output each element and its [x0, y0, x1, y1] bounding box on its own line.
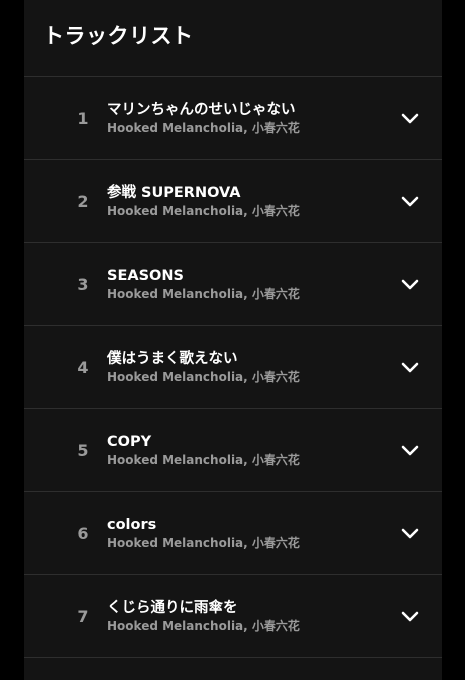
- track-title: SEASONS: [107, 268, 184, 284]
- track-row-7[interactable]: 7 くじら通りに雨傘を Hooked Melancholia, 小春六花: [24, 575, 442, 658]
- tracklist-panel: トラックリスト 1 マリンちゃんのせいじゃない Hooked Melanchol…: [24, 0, 442, 680]
- chevron-down-icon[interactable]: [398, 191, 422, 211]
- track-info: マリンちゃんのせいじゃない Hooked Melancholia, 小春六花: [107, 101, 300, 136]
- track-title: 僕はうまく歌えない: [107, 351, 238, 367]
- track-row-3[interactable]: 3 SEASONS Hooked Melancholia, 小春六花: [24, 243, 442, 326]
- track-row-6[interactable]: 6 colors Hooked Melancholia, 小春六花: [24, 492, 442, 575]
- track-number: 1: [77, 108, 89, 128]
- track-title: くじら通りに雨傘を: [107, 600, 238, 616]
- track-title: colors: [107, 517, 157, 533]
- track-artists: Hooked Melancholia, 小春六花: [107, 204, 300, 218]
- track-row-1[interactable]: 1 マリンちゃんのせいじゃない Hooked Melancholia, 小春六花: [24, 77, 442, 160]
- track-number: 2: [77, 191, 89, 211]
- chevron-down-icon[interactable]: [398, 440, 422, 460]
- track-title: COPY: [107, 434, 152, 450]
- track-artists: Hooked Melancholia, 小春六花: [107, 121, 300, 135]
- track-row-5[interactable]: 5 COPY Hooked Melancholia, 小春六花: [24, 409, 442, 492]
- track-info: COPY Hooked Melancholia, 小春六花: [107, 433, 300, 468]
- tracklist-header: トラックリスト: [24, 0, 442, 77]
- track-row-2[interactable]: 2 参戦 SUPERNOVA Hooked Melancholia, 小春六花: [24, 160, 442, 243]
- page-title: トラックリスト: [43, 24, 194, 48]
- track-number: 4: [77, 357, 89, 377]
- track-number: 3: [77, 274, 89, 294]
- chevron-down-icon[interactable]: [398, 274, 422, 294]
- track-artists: Hooked Melancholia, 小春六花: [107, 370, 300, 384]
- track-artists: Hooked Melancholia, 小春六花: [107, 287, 300, 301]
- track-number: 7: [77, 606, 89, 626]
- track-number: 6: [77, 523, 89, 543]
- track-info: SEASONS Hooked Melancholia, 小春六花: [107, 267, 300, 302]
- track-info: 参戦 SUPERNOVA Hooked Melancholia, 小春六花: [107, 184, 300, 219]
- chevron-down-icon[interactable]: [398, 606, 422, 626]
- track-artists: Hooked Melancholia, 小春六花: [107, 619, 300, 633]
- chevron-down-icon[interactable]: [398, 523, 422, 543]
- track-artists: Hooked Melancholia, 小春六花: [107, 536, 300, 550]
- track-info: colors Hooked Melancholia, 小春六花: [107, 516, 300, 551]
- track-number: 5: [77, 440, 89, 460]
- track-info: 僕はうまく歌えない Hooked Melancholia, 小春六花: [107, 350, 300, 385]
- track-info: くじら通りに雨傘を Hooked Melancholia, 小春六花: [107, 599, 300, 634]
- track-row-4[interactable]: 4 僕はうまく歌えない Hooked Melancholia, 小春六花: [24, 326, 442, 409]
- track-list: 1 マリンちゃんのせいじゃない Hooked Melancholia, 小春六花…: [24, 77, 442, 658]
- chevron-down-icon[interactable]: [398, 357, 422, 377]
- track-title: 参戦 SUPERNOVA: [107, 185, 241, 201]
- track-artists: Hooked Melancholia, 小春六花: [107, 453, 300, 467]
- chevron-down-icon[interactable]: [398, 108, 422, 128]
- track-title: マリンちゃんのせいじゃない: [107, 102, 296, 118]
